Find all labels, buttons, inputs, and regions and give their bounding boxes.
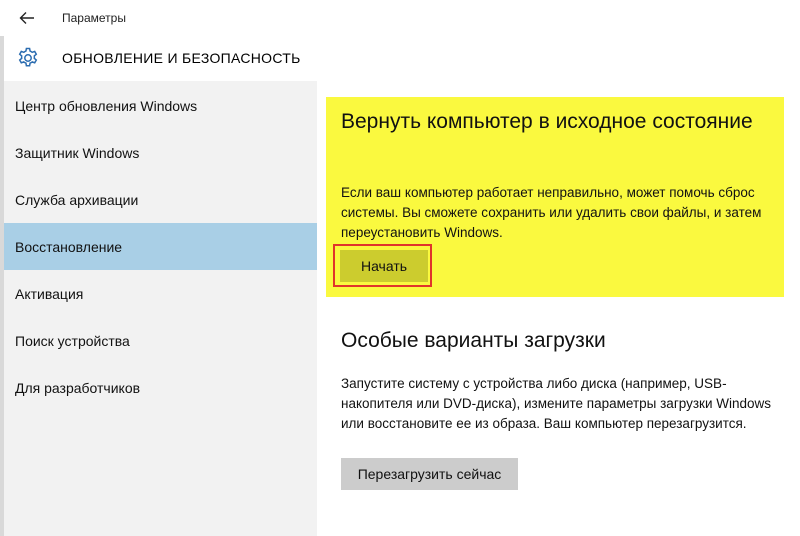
page-title: ОБНОВЛЕНИЕ И БЕЗОПАСНОСТЬ (62, 50, 301, 66)
window-title: Параметры (62, 11, 126, 25)
sidebar-item-recovery[interactable]: Восстановление (4, 223, 317, 270)
sidebar-item-label: Активация (15, 285, 84, 302)
sidebar-item-label: Служба архивации (15, 191, 139, 208)
sidebar-item-activation[interactable]: Активация (4, 270, 317, 317)
reset-heading: Вернуть компьютер в исходное состояние (341, 110, 753, 133)
title-bar: Параметры (0, 0, 800, 36)
restart-now-button[interactable]: Перезагрузить сейчас (341, 458, 518, 490)
advanced-startup-description: Запустите систему с устройства либо диск… (341, 376, 772, 431)
reset-description: Если ваш компьютер работает неправильно,… (341, 185, 762, 240)
sidebar-item-label: Защитник Windows (15, 144, 140, 161)
start-reset-button[interactable]: Начать (340, 250, 428, 282)
sidebar-item-find-device[interactable]: Поиск устройства (4, 317, 317, 364)
sidebar-item-label: Поиск устройства (15, 332, 130, 349)
back-button[interactable] (14, 6, 40, 30)
sidebar-item-windows-update[interactable]: Центр обновления Windows (4, 82, 317, 129)
page-header: ОБНОВЛЕНИЕ И БЕЗОПАСНОСТЬ (0, 36, 800, 81)
sidebar-item-label: Восстановление (15, 238, 123, 255)
sidebar-item-backup[interactable]: Служба архивации (4, 176, 317, 223)
advanced-startup-heading: Особые варианты загрузки (341, 329, 606, 352)
gear-icon (18, 47, 38, 67)
back-arrow-icon (19, 12, 34, 24)
sidebar-item-windows-defender[interactable]: Защитник Windows (4, 129, 317, 176)
sidebar-item-label: Центр обновления Windows (15, 97, 198, 114)
sidebar-item-label: Для разработчиков (15, 379, 141, 396)
sidebar-item-developers[interactable]: Для разработчиков (4, 364, 317, 411)
sidebar: Центр обновления Windows Защитник Window… (4, 81, 317, 536)
